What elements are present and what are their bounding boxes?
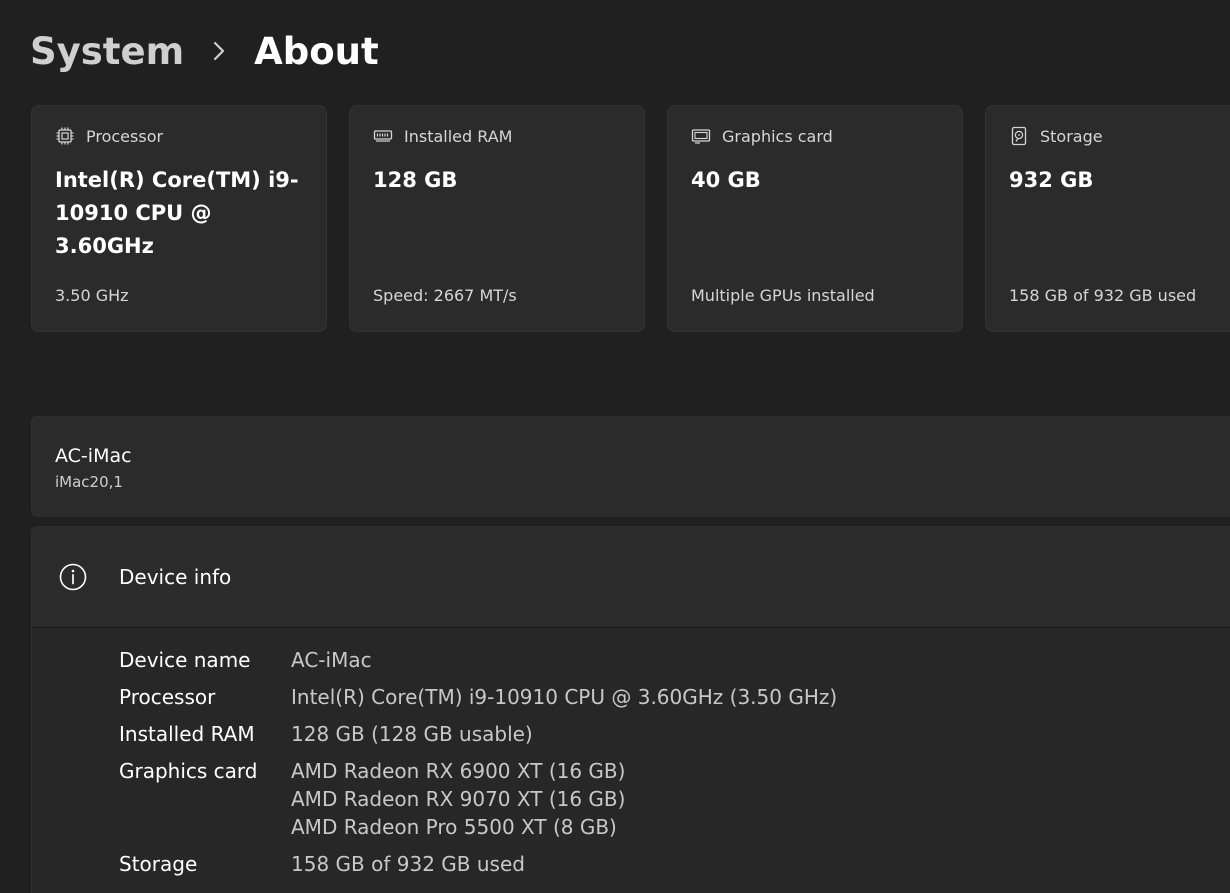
page-title: About bbox=[254, 29, 379, 73]
card-label: Storage bbox=[1040, 126, 1103, 146]
info-key: Storage bbox=[119, 852, 198, 876]
device-info-header[interactable]: Device info bbox=[32, 527, 1230, 628]
info-value: 128 GB (128 GB usable) bbox=[291, 722, 533, 746]
card-label: Processor bbox=[86, 126, 164, 146]
info-value: AMD Radeon RX 9070 XT (16 GB) bbox=[291, 787, 626, 811]
card-header: Processor bbox=[55, 126, 163, 146]
info-row-device-name: Device name AC-iMac bbox=[119, 646, 372, 674]
card-subtext: Speed: 2667 MT/s bbox=[373, 286, 517, 305]
card-subtext: Multiple GPUs installed bbox=[691, 286, 875, 305]
info-key: Installed RAM bbox=[119, 722, 255, 746]
about-page: System About Processor Intel(R) Core(TM)… bbox=[0, 0, 1230, 893]
spec-cards: Processor Intel(R) Core(TM) i9-10910 CPU… bbox=[31, 105, 1230, 332]
device-name-panel[interactable]: AC-iMac iMac20,1 bbox=[31, 416, 1230, 517]
card-subtext: 3.50 GHz bbox=[55, 286, 129, 305]
info-value: Intel(R) Core(TM) i9-10910 CPU @ 3.60GHz… bbox=[291, 685, 838, 709]
info-key: Processor bbox=[119, 685, 216, 709]
card-header: Installed RAM bbox=[373, 126, 512, 146]
info-row-storage: Storage 158 GB of 932 GB used bbox=[119, 850, 525, 878]
processor-chip-icon bbox=[56, 127, 74, 145]
info-value: AMD Radeon RX 6900 XT (16 GB) bbox=[291, 759, 626, 783]
device-info-title: Device info bbox=[119, 565, 232, 589]
info-row-graphics-card: Graphics card AMD Radeon RX 6900 XT (16 … bbox=[119, 757, 625, 841]
info-row-processor: Processor Intel(R) Core(TM) i9-10910 CPU… bbox=[119, 683, 837, 711]
card-value: Intel(R) Core(TM) i9-10910 CPU @ 3.60GHz bbox=[55, 168, 299, 258]
info-value-list: AMD Radeon RX 6900 XT (16 GB) AMD Radeon… bbox=[291, 757, 625, 841]
ram-icon bbox=[373, 130, 393, 142]
device-name: AC-iMac bbox=[55, 445, 132, 467]
info-value: AC-iMac bbox=[291, 648, 372, 672]
storage-card: Storage 932 GB 158 GB of 932 GB used bbox=[985, 105, 1230, 332]
processor-card: Processor Intel(R) Core(TM) i9-10910 CPU… bbox=[31, 105, 327, 332]
chevron-right-icon bbox=[214, 41, 225, 61]
card-value: 932 GB bbox=[1009, 168, 1094, 192]
graphics-card-icon bbox=[691, 129, 711, 144]
breadcrumb: System About bbox=[30, 24, 379, 78]
card-label: Installed RAM bbox=[404, 126, 513, 146]
card-value: 128 GB bbox=[373, 168, 458, 192]
info-key: Graphics card bbox=[119, 759, 258, 783]
device-info-panel: Device info Device name AC-iMac Processo… bbox=[31, 526, 1230, 893]
info-value: AMD Radeon Pro 5500 XT (8 GB) bbox=[291, 815, 617, 839]
device-model: iMac20,1 bbox=[55, 473, 123, 491]
breadcrumb-system-link[interactable]: System bbox=[30, 30, 184, 73]
card-header: Storage bbox=[1009, 126, 1103, 146]
storage-drive-icon bbox=[1011, 126, 1027, 146]
card-subtext: 158 GB of 932 GB used bbox=[1009, 286, 1197, 305]
graphics-card-card: Graphics card 40 GB Multiple GPUs instal… bbox=[667, 105, 963, 332]
info-value: 158 GB of 932 GB used bbox=[291, 852, 525, 876]
info-key: Device name bbox=[119, 648, 251, 672]
info-row-installed-ram: Installed RAM 128 GB (128 GB usable) bbox=[119, 720, 533, 748]
device-info-body: Device name AC-iMac Processor Intel(R) C… bbox=[32, 628, 1230, 893]
info-icon bbox=[59, 563, 87, 591]
card-label: Graphics card bbox=[722, 126, 833, 146]
ram-card: Installed RAM 128 GB Speed: 2667 MT/s bbox=[349, 105, 645, 332]
card-header: Graphics card bbox=[691, 126, 833, 146]
card-value: 40 GB bbox=[691, 168, 761, 192]
